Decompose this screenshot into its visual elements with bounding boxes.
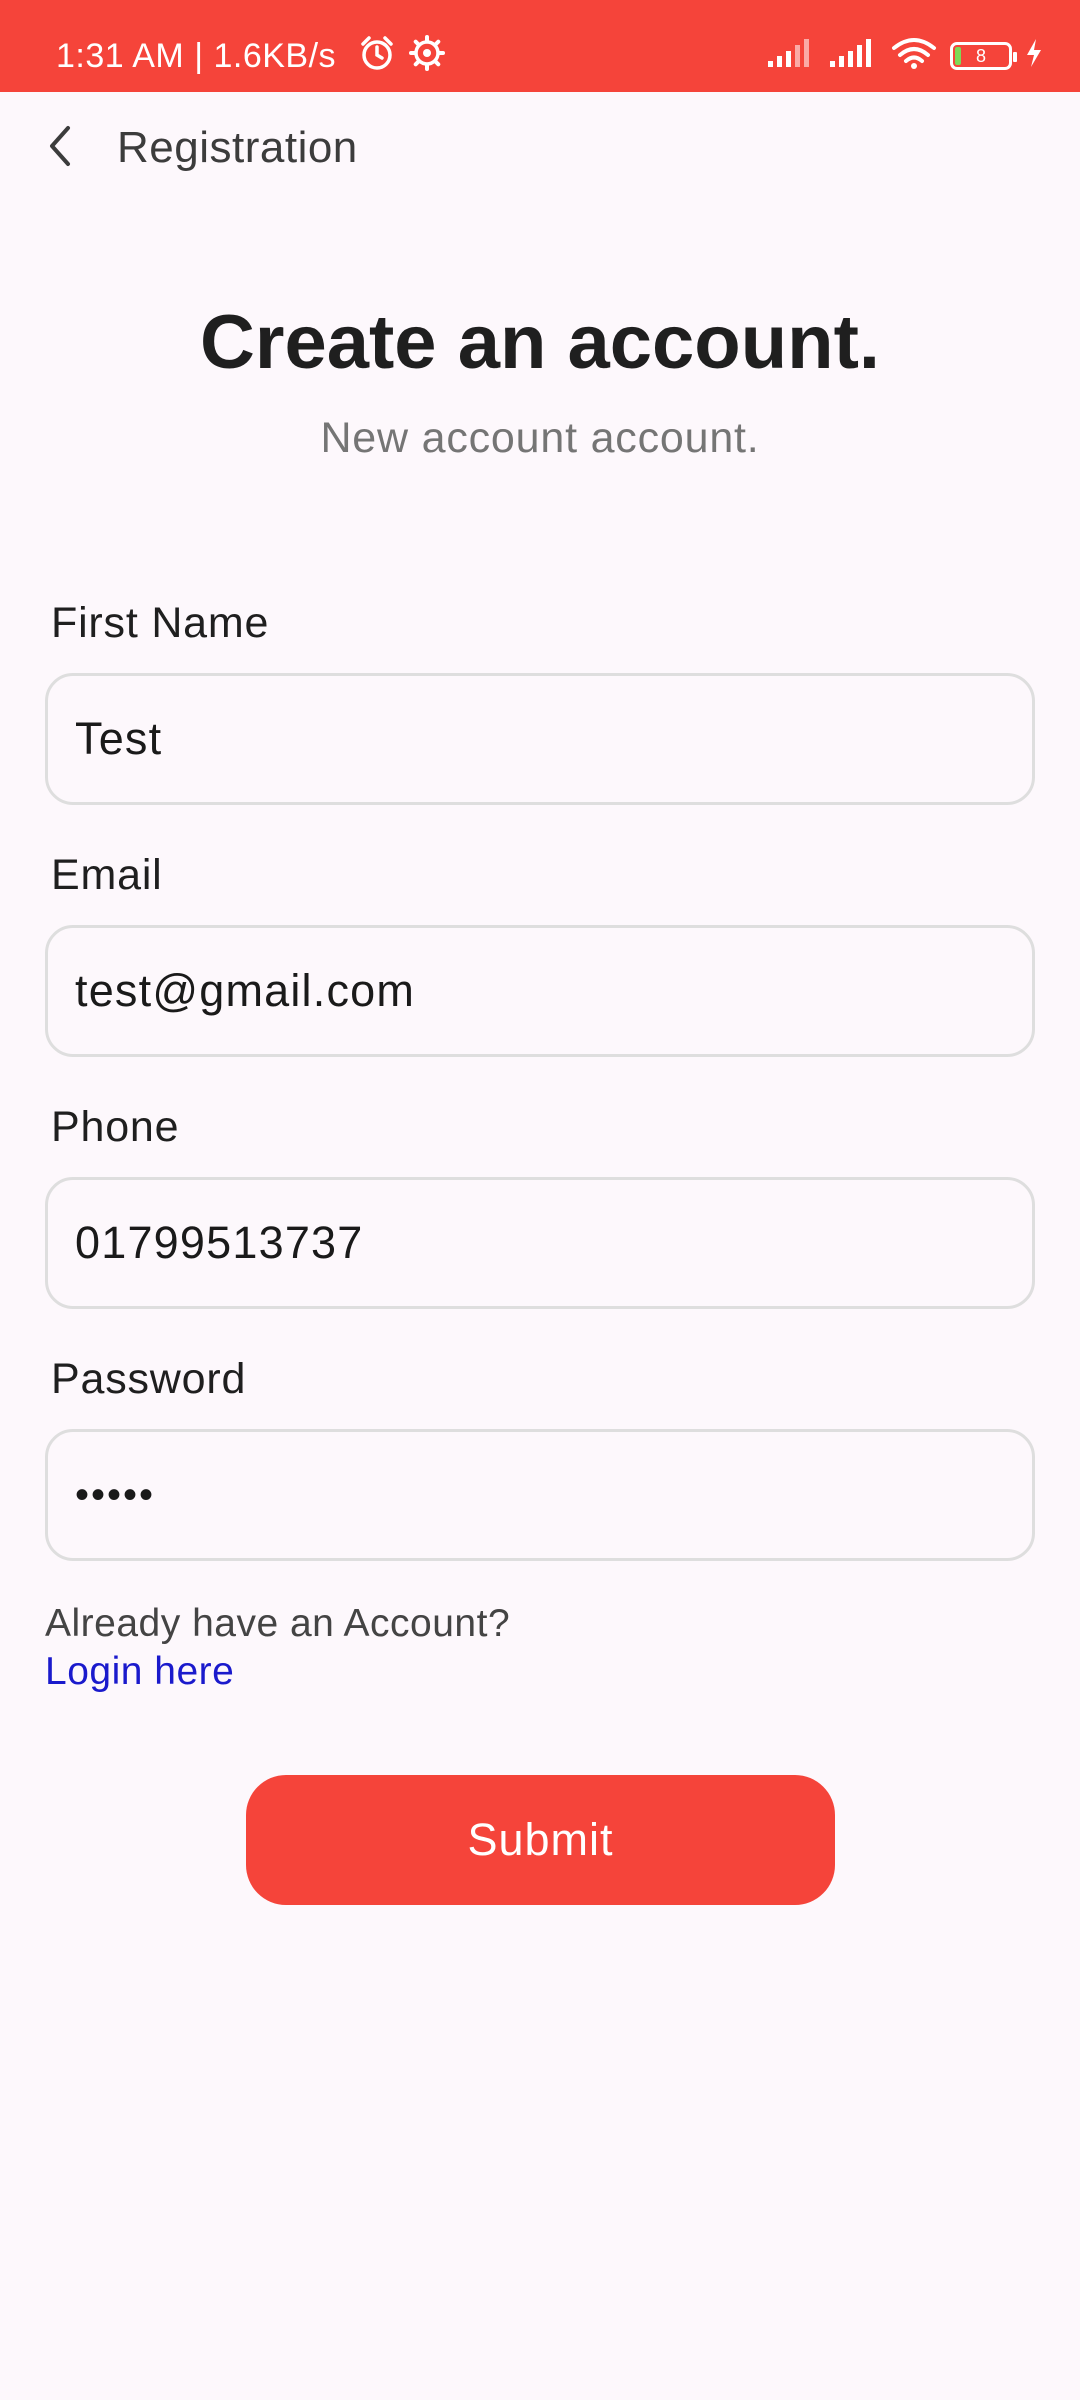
phone-value: 01799513737 — [75, 1217, 364, 1268]
login-prompt: Already have an Account? — [45, 1602, 511, 1645]
battery-fill — [955, 46, 961, 65]
back-button[interactable] — [28, 116, 92, 180]
battery-level: 8 — [975, 45, 986, 66]
chevron-left-icon — [46, 124, 74, 173]
app-bar: Registration — [0, 92, 1080, 204]
phone-label: Phone — [51, 1103, 180, 1151]
page-subtitle: New account account. — [320, 414, 760, 462]
status-time: 1:31 AM | 1.6KB/s — [56, 37, 337, 75]
status-icons-right: 8 — [766, 36, 1044, 75]
email-label: Email — [51, 851, 163, 899]
settings-icon — [408, 34, 446, 77]
first-name-field[interactable]: Test — [45, 673, 1035, 805]
charging-icon — [1024, 38, 1044, 73]
password-label: Password — [51, 1355, 247, 1403]
status-icons-left — [358, 34, 446, 77]
app-bar-title: Registration — [117, 123, 358, 172]
battery-icon: 8 — [950, 41, 1017, 70]
submit-button[interactable]: Submit — [246, 1775, 835, 1905]
signal-icon — [766, 37, 816, 74]
phone-field[interactable]: 01799513737 — [45, 1177, 1035, 1309]
login-link[interactable]: Login here — [45, 1648, 234, 1696]
email-value: test@gmail.com — [75, 965, 416, 1016]
signal-icon-2 — [828, 37, 878, 74]
email-field[interactable]: test@gmail.com — [45, 925, 1035, 1057]
password-value: ••••• — [75, 1473, 156, 1517]
page-title: Create an account. — [200, 300, 880, 385]
wifi-icon — [890, 36, 938, 75]
password-field[interactable]: ••••• — [45, 1429, 1035, 1561]
status-bar: 1:31 AM | 1.6KB/s 8 — [0, 0, 1080, 92]
first-name-label: First Name — [51, 599, 270, 647]
first-name-value: Test — [75, 713, 163, 764]
alarm-icon — [358, 34, 396, 77]
